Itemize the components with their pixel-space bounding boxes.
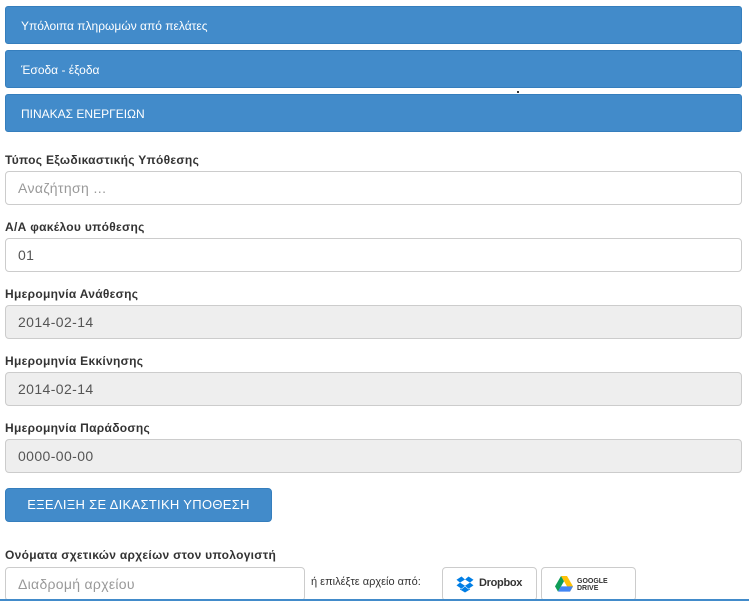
folder-number-input[interactable]: 01	[5, 238, 742, 272]
start-date-label: Ημερομηνία Εκκίνησης	[5, 354, 144, 368]
google-drive-icon	[555, 576, 573, 597]
case-type-label: Τύπος Εξωδικαστικής Υπόθεσης	[5, 153, 200, 167]
file-path-input[interactable]: Διαδρομή αρχείου	[5, 567, 305, 601]
folder-number-label: Α/Α φακέλου υπόθεσης	[5, 220, 145, 234]
google-drive-label-line1: GOOGLE	[577, 578, 608, 585]
dropbox-button[interactable]: Dropbox	[442, 567, 537, 601]
assign-date-input: 2014-02-14	[5, 305, 742, 339]
panel-customer-payment-balances[interactable]: Υπόλοιπα πληρωμών από πελάτες	[5, 6, 742, 44]
panel-actions-table[interactable]: ΠΙΝΑΚΑΣ ΕΝΕΡΓΕΙΩΝ	[5, 94, 742, 132]
panel-income-expenses[interactable]: Έσοδα - έξοδα	[5, 50, 742, 88]
dropbox-icon	[456, 576, 476, 599]
case-type-search-input[interactable]: Αναζήτηση ...	[5, 171, 742, 205]
google-drive-label: GOOGLE DRIVE	[577, 578, 617, 592]
related-files-label: Ονόματα σχετικών αρχείων στον υπολογιστή	[5, 548, 277, 562]
divider-dot	[517, 91, 519, 93]
google-drive-button[interactable]: GOOGLE DRIVE	[541, 567, 636, 601]
delivery-date-input: 0000-00-00	[5, 439, 742, 473]
dropbox-label: Dropbox	[479, 577, 523, 589]
google-drive-label-line2: DRIVE	[577, 585, 599, 592]
delivery-date-label: Ημερομηνία Παράδοσης	[5, 421, 151, 435]
convert-to-court-case-button[interactable]: ΕΞΕΛΙΞΗ ΣΕ ΔΙΚΑΣΤΙΚΗ ΥΠΟΘΕΣΗ	[5, 488, 272, 522]
choose-file-from-text: ή επιλέξτε αρχείο από:	[311, 576, 421, 588]
start-date-input: 2014-02-14	[5, 372, 742, 406]
assign-date-label: Ημερομηνία Ανάθεσης	[5, 287, 139, 301]
